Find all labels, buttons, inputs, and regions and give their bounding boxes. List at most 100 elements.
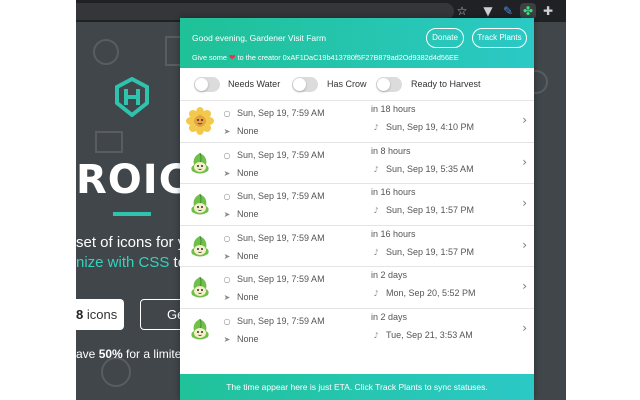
crow-icon: ➤ [223, 168, 231, 178]
sprout-plant-icon [186, 149, 214, 177]
crow-icon: ➤ [223, 251, 231, 261]
creator-address: to the creator 0xAF1DaC19b413780f5F27B87… [237, 53, 459, 62]
crow-value: None [237, 250, 259, 261]
give-prefix: Give some [192, 53, 227, 62]
harvest-value: Sun, Sep 19, 4:10 PM [386, 122, 475, 132]
sunflower-plant-icon [186, 107, 214, 135]
chevron-right-icon[interactable]: › [522, 113, 527, 127]
harvest-eta: in 16 hours [371, 228, 416, 239]
ready-to-harvest-label: Ready to Harvest [411, 79, 481, 89]
has-crow-toggle[interactable] [292, 77, 318, 92]
needs-water-label: Needs Water [228, 79, 281, 89]
crow-status: ➤ None [222, 126, 259, 136]
chevron-right-icon[interactable]: › [522, 321, 527, 335]
greeting-text: Good evening, Gardener Visit Farm [192, 33, 327, 43]
crow-icon: ➤ [223, 127, 231, 136]
donate-button[interactable]: Donate [426, 28, 464, 48]
water-drop-icon: ○ [223, 233, 231, 243]
harvest-eta: in 16 hours [371, 187, 416, 198]
promo-text: ave 50% for a limited t [76, 347, 195, 361]
crow-icon: ➤ [223, 210, 231, 220]
track-plants-button[interactable]: Track Plants [472, 28, 527, 48]
needs-water-toggle[interactable] [194, 77, 220, 92]
harvest-eta: in 18 hours [371, 104, 416, 114]
crow-value: None [237, 209, 259, 220]
chevron-right-icon[interactable]: › [522, 155, 527, 169]
seed-icon: ♪ [373, 330, 379, 340]
site-tagline-1: set of icons for yo [76, 234, 194, 251]
css-link[interactable]: nize with CSS [76, 254, 169, 271]
water-drop-icon: ○ [223, 192, 231, 202]
icons-count-button[interactable]: 8 icons [76, 299, 124, 330]
crow-icon: ➤ [223, 334, 231, 342]
seed-icon: ♪ [373, 289, 379, 299]
seed-icon: ♪ [373, 123, 379, 132]
harvest-time: ♪ Sun, Sep 19, 1:57 PM [371, 247, 474, 257]
harvest-value: Sun, Sep 19, 1:57 PM [386, 205, 475, 216]
harvest-value: Mon, Sep 20, 5:52 PM [386, 288, 476, 299]
puzzle-icon[interactable]: ✚ [540, 3, 556, 19]
plant-row[interactable]: ○ Sun, Sep 19, 7:59 AM ➤ None in 8 hours ♪ Sun… [180, 143, 534, 185]
donate-text: Give some ❤ to the creator 0xAF1DaC19b41… [192, 53, 459, 62]
extension-pen-icon[interactable]: ✎ [500, 3, 516, 19]
watered-time: ○ Sun, Sep 19, 7:59 AM [222, 233, 325, 243]
harvest-eta: in 2 days [371, 311, 408, 322]
chevron-right-icon[interactable]: › [522, 238, 527, 252]
crow-status: ➤ None [222, 209, 259, 219]
icons-label: icons [83, 307, 118, 322]
plant-row[interactable]: ○ Sun, Sep 19, 7:59 AM ➤ None in 2 days ♪ Mon,… [180, 267, 534, 309]
plant-row[interactable]: ○ Sun, Sep 19, 7:59 AM ➤ None in 18 hours ♪ Su… [180, 101, 534, 143]
heart-icon: ❤ [228, 53, 236, 62]
crow-status: ➤ None [222, 168, 259, 178]
harvest-eta: in 8 hours [371, 145, 411, 156]
extension-clover-icon[interactable]: ✤ [520, 3, 536, 19]
watered-value: Sun, Sep 19, 7:59 AM [237, 149, 325, 160]
popup-header: Good evening, Gardener Visit Farm Give s… [180, 18, 534, 68]
water-drop-icon: ○ [223, 275, 231, 285]
sprout-plant-icon [186, 190, 214, 218]
shield-logo-icon [115, 77, 149, 117]
filter-bar: Needs Water Has Crow Ready to Harvest [180, 68, 534, 100]
harvest-value: Sun, Sep 19, 5:35 AM [386, 163, 474, 174]
watered-time: ○ Sun, Sep 19, 7:59 AM [222, 150, 325, 160]
watered-time: ○ Sun, Sep 19, 7:59 AM [222, 191, 325, 201]
crow-value: None [237, 167, 259, 178]
harvest-time: ♪ Tue, Sep 21, 3:53 AM [371, 329, 473, 340]
crow-status: ➤ None [222, 251, 259, 261]
watered-value: Sun, Sep 19, 7:59 AM [237, 191, 325, 202]
seed-icon: ♪ [373, 164, 379, 174]
promo-pre: ave [76, 347, 99, 361]
watered-value: Sun, Sep 19, 7:59 AM [237, 274, 325, 285]
plant-list: ○ Sun, Sep 19, 7:59 AM ➤ None in 18 hours ♪ Su… [180, 100, 534, 342]
sprout-plant-icon [186, 273, 214, 301]
harvest-value: Sun, Sep 19, 1:57 PM [386, 246, 475, 257]
harvest-time: ♪ Sun, Sep 19, 5:35 AM [371, 163, 474, 174]
crow-icon: ➤ [223, 293, 231, 303]
sprout-plant-icon [186, 232, 214, 260]
watered-value: Sun, Sep 19, 7:59 AM [237, 315, 325, 326]
plant-row[interactable]: ○ Sun, Sep 19, 7:59 AM ➤ None in 16 hours ♪ Su… [180, 226, 534, 268]
watered-value: Sun, Sep 19, 7:59 AM [237, 232, 325, 243]
water-drop-icon: ○ [223, 109, 231, 118]
footer-note: The time appear here is just ETA. Click … [180, 374, 534, 400]
chevron-right-icon[interactable]: › [522, 196, 527, 210]
chevron-right-icon[interactable]: › [522, 279, 527, 293]
crow-status: ➤ None [222, 334, 259, 342]
harvest-value: Tue, Sep 21, 3:53 AM [386, 329, 473, 340]
watered-time: ○ Sun, Sep 19, 7:59 AM [222, 108, 325, 118]
watered-time: ○ Sun, Sep 19, 7:59 AM [222, 316, 325, 326]
title-underline [113, 212, 151, 216]
extension-v-icon[interactable]: ▼ [480, 3, 496, 19]
seed-icon: ♪ [373, 247, 379, 257]
ready-to-harvest-toggle[interactable] [376, 77, 402, 92]
harvest-time: ♪ Sun, Sep 19, 1:57 PM [371, 205, 474, 215]
harvest-time: ♪ Sun, Sep 19, 4:10 PM [371, 122, 474, 132]
harvest-time: ♪ Mon, Sep 20, 5:52 PM [371, 288, 476, 299]
star-icon[interactable]: ☆ [454, 3, 470, 19]
plant-row[interactable]: ○ Sun, Sep 19, 7:59 AM ➤ None in 2 days ♪ Tue,… [180, 309, 534, 342]
watered-value: Sun, Sep 19, 7:59 AM [237, 108, 325, 118]
sprout-plant-icon [186, 315, 214, 342]
water-drop-icon: ○ [223, 316, 231, 326]
crow-value: None [237, 126, 259, 136]
plant-row[interactable]: ○ Sun, Sep 19, 7:59 AM ➤ None in 16 hours ♪ Su… [180, 184, 534, 226]
